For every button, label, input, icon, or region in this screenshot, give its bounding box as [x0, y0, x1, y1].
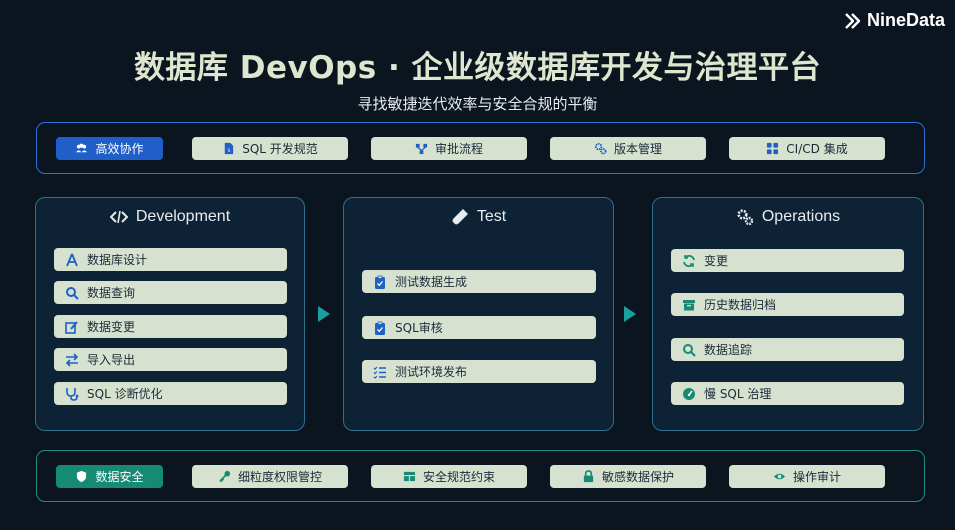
checklist-icon — [373, 365, 387, 379]
item-label: 慢 SQL 治理 — [704, 387, 772, 401]
flow-arrow-test-to-ops — [624, 306, 636, 322]
panel-operations: Operations 变更 历史数据归档 数据追踪 慢 SQL 治理 — [652, 197, 924, 431]
item-label: 测试数据生成 — [395, 275, 468, 289]
chip-label: 敏感数据保护 — [601, 469, 674, 484]
chip-cicd-integration[interactable]: CI/CD 集成 — [729, 136, 885, 160]
item-label: 数据追踪 — [704, 343, 753, 357]
item-change[interactable]: 变更 — [671, 249, 904, 272]
refresh-icon — [682, 254, 696, 268]
search-icon — [65, 286, 79, 300]
swap-icon — [65, 352, 79, 367]
design-icon — [65, 253, 79, 267]
chip-label: 数据安全 — [95, 469, 144, 484]
chip-label: 审批流程 — [434, 141, 483, 156]
stethoscope-icon — [65, 387, 79, 401]
item-test-data-generation[interactable]: 测试数据生成 — [362, 270, 596, 293]
item-data-change[interactable]: 数据变更 — [54, 315, 287, 338]
item-data-query[interactable]: 数据查询 — [54, 281, 287, 304]
key-icon — [218, 470, 231, 483]
chip-label: 细粒度权限管控 — [237, 469, 322, 484]
panel-title: Test — [476, 208, 507, 225]
svg-text:S: S — [228, 148, 231, 154]
security-band: 数据安全 细粒度权限管控 安全规范约束 敏感数据保护 操作审计 — [36, 450, 925, 502]
item-import-export[interactable]: 导入导出 — [54, 348, 287, 371]
item-label: 数据库设计 — [87, 253, 148, 267]
item-label: 数据查询 — [87, 286, 136, 300]
clipboard-icon — [373, 275, 387, 289]
table-icon — [403, 470, 416, 483]
collaboration-band: 高效协作 S SQL 开发规范 审批流程 版本管理 CI/CD 集成 — [36, 122, 925, 174]
flask-icon — [452, 209, 468, 225]
item-sql-review[interactable]: SQL审核 — [362, 316, 596, 339]
sql-file-icon: S — [222, 142, 235, 155]
item-label: 历史数据归档 — [704, 298, 777, 312]
brand-logo: NineData — [843, 10, 945, 31]
chip-team-collaboration[interactable]: 高效协作 — [56, 136, 163, 160]
chip-operation-audit[interactable]: 操作审计 — [729, 464, 885, 488]
item-sql-diagnosis[interactable]: SQL 诊断优化 — [54, 382, 287, 405]
chip-label: 安全规范约束 — [422, 469, 495, 484]
chip-sql-standards[interactable]: S SQL 开发规范 — [192, 136, 348, 160]
chip-label: 高效协作 — [95, 141, 144, 156]
clipboard-icon — [373, 321, 387, 335]
panel-header: Operations — [653, 208, 923, 226]
brand-name: NineData — [866, 10, 945, 30]
lock-icon — [582, 469, 595, 483]
chip-sensitive-data-protection[interactable]: 敏感数据保护 — [550, 464, 706, 488]
panel-title: Operations — [761, 208, 841, 225]
chip-security-rules[interactable]: 安全规范约束 — [371, 464, 527, 488]
chip-fine-grained-permissions[interactable]: 细粒度权限管控 — [192, 464, 348, 488]
item-test-env-release[interactable]: 测试环境发布 — [362, 360, 596, 383]
panel-header: Test — [344, 208, 613, 226]
item-label: 导入导出 — [87, 353, 136, 367]
flow-arrow-dev-to-test — [318, 306, 330, 322]
chip-label: SQL 开发规范 — [242, 141, 318, 156]
edit-icon — [65, 320, 79, 334]
panel-development: Development 数据库设计 数据查询 数据变更 导入导出 SQL 诊断优… — [35, 197, 305, 431]
gears-icon — [594, 142, 607, 155]
eye-icon — [773, 470, 786, 483]
code-icon — [109, 210, 128, 224]
search-icon — [682, 343, 696, 357]
item-label: 测试环境发布 — [395, 365, 468, 379]
chip-label: CI/CD 集成 — [786, 141, 848, 156]
item-label: SQL审核 — [395, 321, 443, 335]
page-subtitle: 寻找敏捷迭代效率与安全合规的平衡 — [357, 95, 598, 113]
chip-label: 版本管理 — [613, 141, 662, 156]
grid-icon — [766, 142, 779, 155]
item-db-design[interactable]: 数据库设计 — [54, 248, 287, 271]
gauge-icon — [682, 387, 696, 401]
team-icon — [75, 142, 88, 155]
archive-icon — [682, 298, 696, 312]
item-label: 数据变更 — [87, 320, 136, 334]
chip-data-security[interactable]: 数据安全 — [56, 464, 163, 488]
chip-label: 操作审计 — [792, 469, 841, 484]
item-label: SQL 诊断优化 — [87, 387, 163, 401]
item-data-tracking[interactable]: 数据追踪 — [671, 338, 904, 361]
flow-icon — [415, 142, 428, 155]
item-history-archive[interactable]: 历史数据归档 — [671, 293, 904, 316]
panel-test: Test 测试数据生成 SQL审核 测试环境发布 — [343, 197, 614, 431]
item-slow-sql[interactable]: 慢 SQL 治理 — [671, 382, 904, 405]
item-label: 变更 — [704, 254, 729, 268]
chip-approval-flow[interactable]: 审批流程 — [371, 136, 527, 160]
page-title: 数据库 DevOps · 企业级数据库开发与治理平台 — [133, 50, 822, 86]
gears-icon — [737, 209, 754, 226]
panel-header: Development — [36, 208, 304, 226]
chip-version-management[interactable]: 版本管理 — [550, 136, 706, 160]
panel-title: Development — [135, 208, 231, 225]
shield-icon — [75, 470, 88, 483]
ninedata-logo-icon — [845, 12, 861, 29]
